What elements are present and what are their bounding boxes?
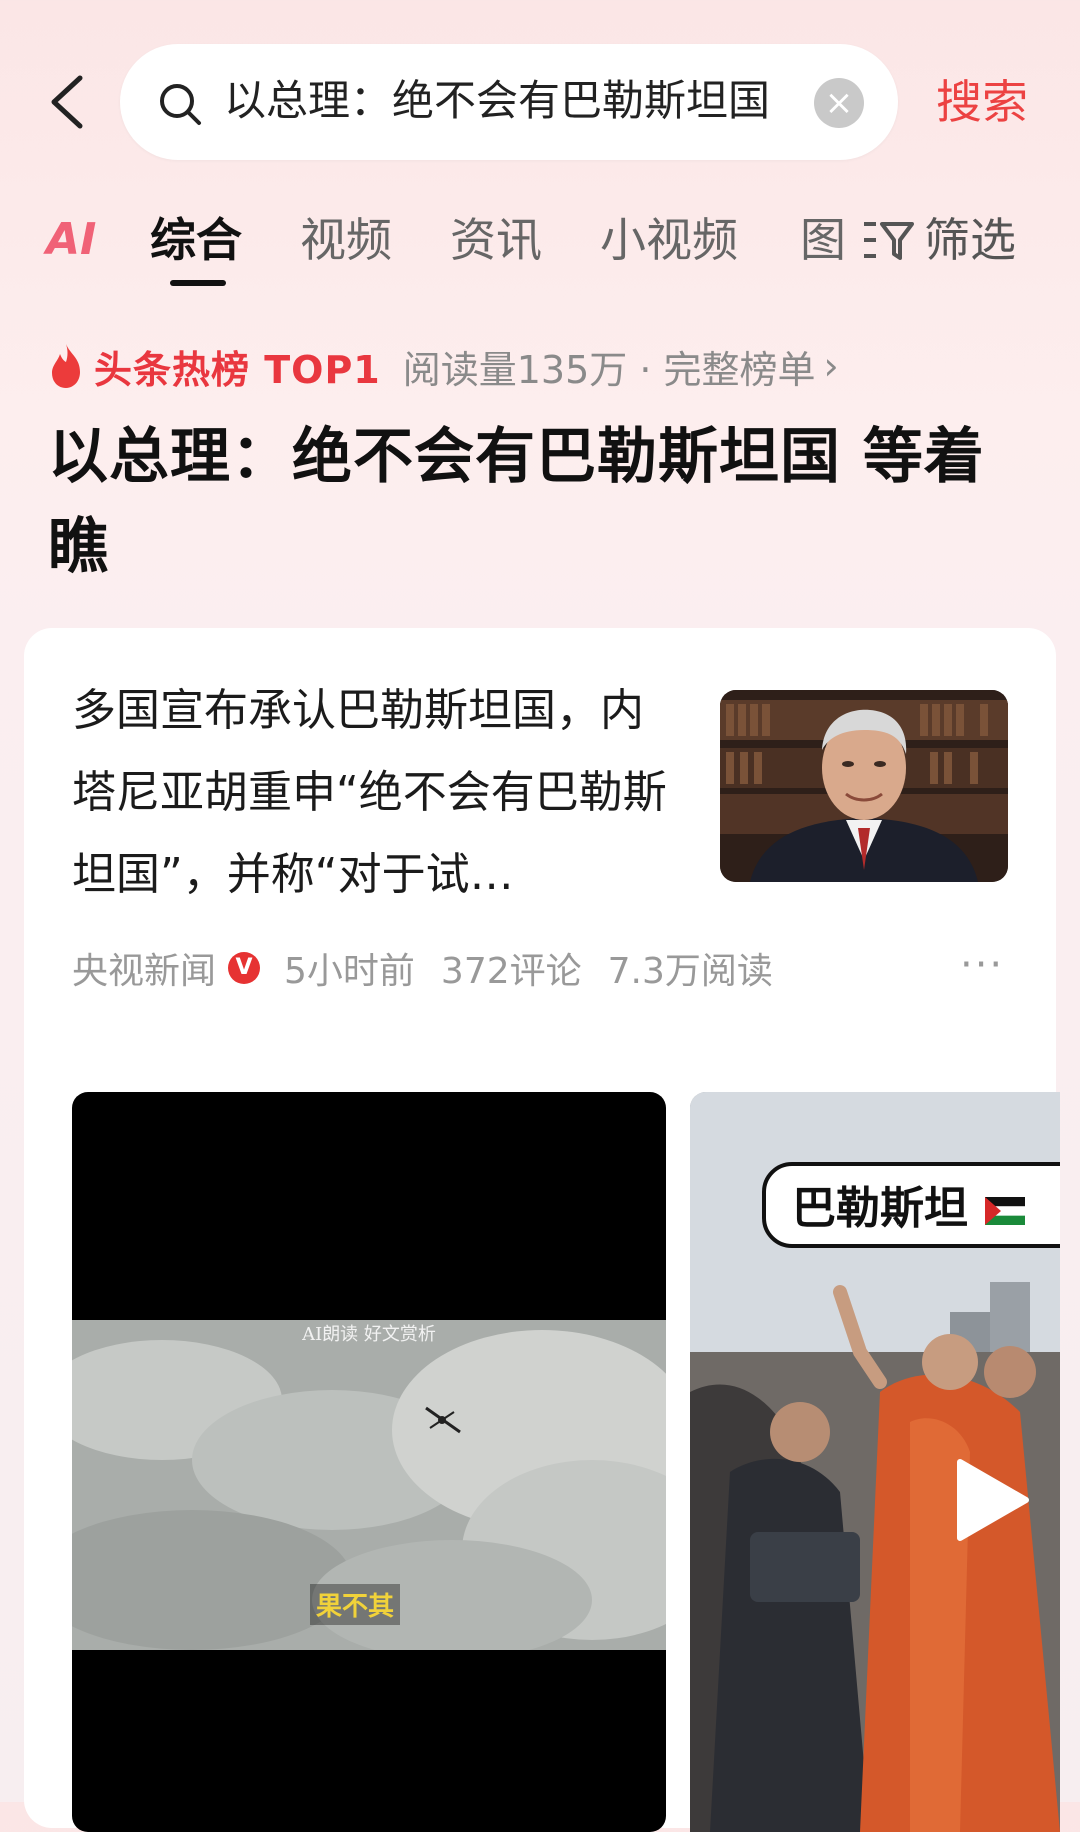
article-time: 5小时前 bbox=[284, 951, 415, 992]
video-1-subtitle: 果不其 bbox=[310, 1584, 401, 1625]
flame-icon bbox=[52, 344, 80, 388]
video-thumbnail-2[interactable]: 巴勒斯坦 bbox=[690, 1092, 1060, 1832]
article-title[interactable]: 多国宣布承认巴勒斯坦国，内塔尼亚胡重申“绝不会有巴勒斯坦国”，并称“对于试… bbox=[72, 670, 672, 916]
video-2-bubble-text: 巴勒斯坦 bbox=[792, 1183, 968, 1234]
hot-list-row[interactable]: 头条热榜 TOP1 阅读量135万 · 完整榜单 › bbox=[46, 336, 839, 396]
back-button[interactable] bbox=[44, 70, 94, 134]
tab-images[interactable]: 图 bbox=[800, 208, 846, 272]
active-tab-indicator bbox=[170, 280, 226, 286]
page-title: 以总理：绝不会有巴勒斯坦国 等着瞧 bbox=[48, 422, 985, 582]
palestine-flag-icon bbox=[985, 1197, 1026, 1225]
tab-ai[interactable]: AI bbox=[46, 208, 96, 272]
hot-list-meta[interactable]: 阅读量135万 · 完整榜单 bbox=[403, 339, 816, 394]
article-meta: 央视新闻 V 5小时前 372评论 7.3万阅读 bbox=[72, 940, 799, 996]
video-1-caption: AI朗读 好文赏析 bbox=[302, 1324, 436, 1345]
result-card: 多国宣布承认巴勒斯坦国，内塔尼亚胡重申“绝不会有巴勒斯坦国”，并称“对于试… 央… bbox=[24, 628, 1060, 1832]
article-thumbnail[interactable] bbox=[720, 690, 1008, 882]
filter-label: 筛选 bbox=[924, 213, 1016, 267]
article-reads: 7.3万阅读 bbox=[607, 951, 773, 992]
article-comments: 372评论 bbox=[440, 951, 582, 992]
verified-icon: V bbox=[228, 952, 261, 984]
play-icon[interactable] bbox=[946, 1458, 1030, 1542]
search-icon bbox=[160, 84, 201, 125]
tab-short-video[interactable]: 小视频 bbox=[600, 208, 738, 272]
more-icon[interactable]: ··· bbox=[960, 942, 1004, 988]
tab-news[interactable]: 资讯 bbox=[450, 208, 542, 272]
article-source[interactable]: 央视新闻 bbox=[72, 942, 216, 994]
chevron-right-icon: › bbox=[823, 344, 839, 388]
tab-comprehensive[interactable]: 综合 bbox=[150, 208, 242, 272]
filter-icon bbox=[864, 222, 914, 260]
clear-icon[interactable]: × bbox=[814, 78, 864, 128]
back-arrow-icon bbox=[51, 75, 83, 129]
video-2-bubble: 巴勒斯坦 bbox=[762, 1162, 1060, 1248]
video-thumbnail-1[interactable]: AI朗读 好文赏析 果不其 bbox=[72, 1092, 666, 1832]
tab-video[interactable]: 视频 bbox=[300, 208, 392, 272]
filter-button[interactable]: 筛选 bbox=[862, 208, 1016, 272]
search-input[interactable]: 以总理：绝不会有巴勒斯坦国 bbox=[224, 70, 794, 132]
search-button[interactable]: 搜索 bbox=[936, 70, 1028, 134]
search-box[interactable]: 以总理：绝不会有巴勒斯坦国 × bbox=[120, 44, 898, 160]
hot-list-badge: 头条热榜 TOP1 bbox=[94, 347, 381, 392]
